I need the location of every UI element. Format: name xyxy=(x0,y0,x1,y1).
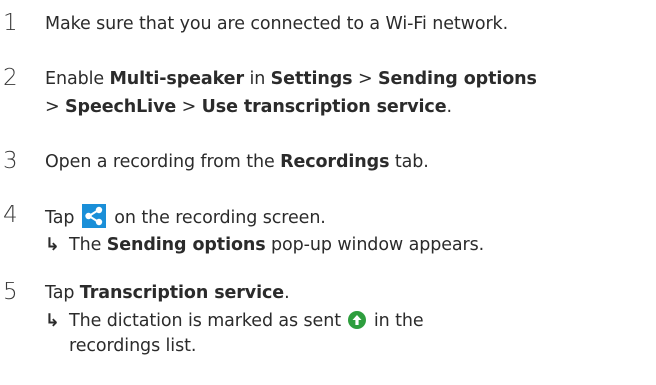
menu-path-item: Sending options xyxy=(377,69,537,89)
step-text: Make sure that you are connected to a Wi… xyxy=(45,12,508,36)
share-icon xyxy=(81,204,106,228)
text-segment: > xyxy=(352,69,378,89)
text-segment: pop-up window appears. xyxy=(265,235,485,255)
step-number: 1 xyxy=(3,10,18,36)
step-text: Tap on the recording screen. xyxy=(45,204,326,230)
menu-path-item: Multi-speaker xyxy=(109,69,244,89)
menu-path-item: SpeechLive xyxy=(65,97,177,117)
step-number: 4 xyxy=(3,202,18,228)
step-text: Enable Multi-speaker in Settings > Sendi… xyxy=(45,67,537,91)
text-segment: on the recording screen. xyxy=(114,208,326,228)
step-result: ↳ The dictation is marked as sent in the xyxy=(45,309,424,333)
menu-path-item: Settings xyxy=(270,69,353,89)
text-segment: tab. xyxy=(389,152,429,172)
step-text: Open a recording from the Recordings tab… xyxy=(45,150,429,174)
text-segment: Make sure that you are connected to a Wi… xyxy=(45,14,509,34)
step-text-continued: > SpeechLive > Use transcription service… xyxy=(45,95,452,119)
step-result-continued: recordings list. xyxy=(69,334,196,358)
sent-arrow-icon xyxy=(348,311,367,329)
result-arrow-icon: ↳ xyxy=(45,235,60,255)
step-text: Tap Transcription service. xyxy=(45,281,290,305)
text-segment: > xyxy=(45,97,66,117)
tab-name: Recordings xyxy=(280,152,390,172)
text-segment: Enable xyxy=(45,69,110,89)
text-segment: in the xyxy=(373,311,424,331)
text-segment: Tap xyxy=(45,208,75,228)
step-number: 5 xyxy=(3,279,18,305)
option-name: Transcription service xyxy=(79,283,285,303)
text-segment: . xyxy=(284,283,290,303)
step-number: 3 xyxy=(3,148,18,174)
dialog-name: Sending options xyxy=(106,235,266,255)
text-segment: Tap xyxy=(45,283,80,303)
step-result: ↳ The Sending options pop-up window appea… xyxy=(45,233,484,257)
text-segment: The dictation is marked as sent xyxy=(69,311,341,331)
text-segment: Open a recording from the xyxy=(45,152,281,172)
text-segment: > xyxy=(176,97,202,117)
result-arrow-icon: ↳ xyxy=(45,311,60,331)
menu-path-item: Use transcription service xyxy=(201,97,447,117)
text-segment: recordings list. xyxy=(69,336,197,356)
text-segment: The xyxy=(69,235,107,255)
text-segment: . xyxy=(446,97,452,117)
step-number: 2 xyxy=(3,65,18,91)
text-segment: in xyxy=(243,69,271,89)
